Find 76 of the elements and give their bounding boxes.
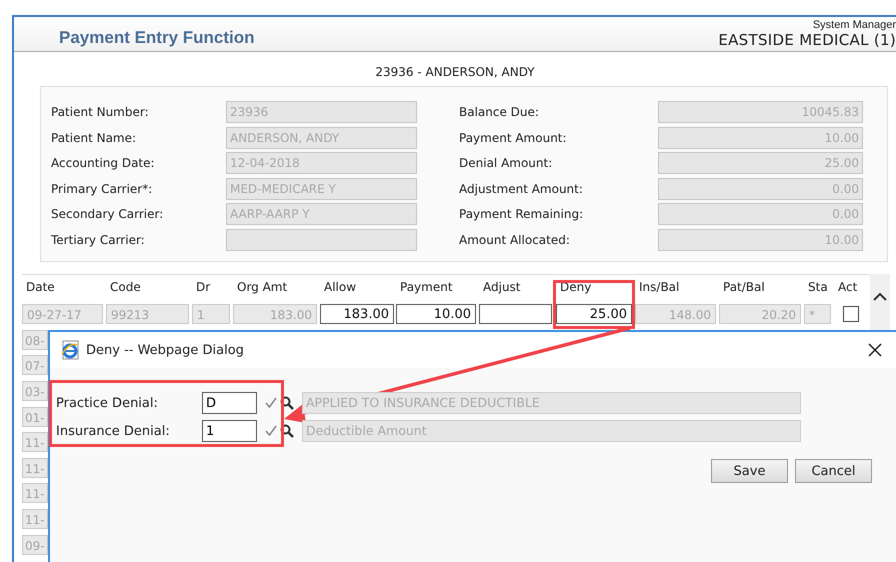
readonly-field: 23936 <box>226 101 417 123</box>
readonly-field: ANDERSON, ANDY <box>226 126 417 148</box>
column-header: Code <box>109 280 142 294</box>
readonly-field: Deductible Amount <box>302 420 801 442</box>
input-field[interactable]: 1 <box>202 420 257 442</box>
table-cell: 11- <box>22 508 48 529</box>
close-icon[interactable] <box>868 343 882 357</box>
input-field[interactable] <box>479 304 552 324</box>
table-cell: 20.20 <box>719 304 801 324</box>
readonly-field: 10045.83 <box>658 101 863 123</box>
table-cell: 01- <box>22 406 48 427</box>
table-cell: 11- <box>22 432 48 452</box>
field-label: Tertiary Carrier: <box>51 232 146 246</box>
readonly-field: 10.00 <box>658 126 863 148</box>
field-label: Secondary Carrier: <box>51 207 164 221</box>
column-header: Org Amt <box>236 280 288 294</box>
column-header: Dr <box>195 280 212 294</box>
readonly-field: AARP-AARP Y <box>226 203 417 225</box>
search-icon[interactable] <box>280 396 294 410</box>
readonly-field: 10.00 <box>658 228 863 250</box>
column-header: Adjust <box>482 280 522 294</box>
page-title: Payment Entry Function <box>59 27 255 49</box>
search-icon[interactable] <box>280 424 294 438</box>
column-header: Deny <box>559 280 592 294</box>
table-cell: 11- <box>22 483 48 504</box>
field-label: Adjustment Amount: <box>459 182 584 196</box>
readonly-field: 12-04-2018 <box>226 152 417 174</box>
input-field[interactable]: 10.00 <box>396 304 476 324</box>
table-cell: 183.00 <box>233 304 317 324</box>
field-label: Balance Due: <box>459 105 540 119</box>
table-cell: 09-27-17 <box>22 304 103 324</box>
field-label: Patient Number: <box>51 105 150 119</box>
table-cell: 07- <box>22 355 48 376</box>
user-name: System Manager <box>812 19 896 31</box>
check-icon <box>265 425 277 437</box>
column-header: Act <box>837 280 858 294</box>
readonly-field: MED-MEDICARE Y <box>226 178 417 200</box>
table-cell: 08- <box>22 330 48 350</box>
table-cell: 1 <box>192 304 230 324</box>
table-cell: 11- <box>22 458 48 478</box>
column-header: Payment <box>399 280 454 294</box>
input-field[interactable]: D <box>202 392 257 414</box>
field-label: Insurance Denial: <box>56 424 171 438</box>
column-header: Date <box>25 280 56 294</box>
readonly-field: APPLIED TO INSURANCE DEDUCTIBLE <box>302 392 801 414</box>
readonly-field: 0.00 <box>658 203 863 225</box>
input-field[interactable]: 25.00 <box>556 304 632 324</box>
scroll-up-icon[interactable] <box>873 292 887 301</box>
table-cell: 148.00 <box>635 304 716 324</box>
field-label: Patient Name: <box>51 130 138 144</box>
table-cell: 09- <box>22 534 48 555</box>
field-label: Payment Remaining: <box>459 207 584 221</box>
dialog-button[interactable]: Save <box>711 459 788 483</box>
checkbox[interactable] <box>843 306 859 322</box>
field-label: Payment Amount: <box>459 130 568 144</box>
field-label: Amount Allocated: <box>459 232 571 246</box>
field-label: Denial Amount: <box>459 156 554 170</box>
table-cell: * <box>804 304 831 324</box>
field-label: Accounting Date: <box>51 156 156 170</box>
table-cell: 99213 <box>106 304 189 324</box>
column-header: Pat/Bal <box>722 280 766 294</box>
check-icon <box>265 397 277 409</box>
field-label: Practice Denial: <box>56 396 159 410</box>
dialog-title: Deny -- Webpage Dialog <box>86 342 245 358</box>
dialog-button[interactable]: Cancel <box>795 459 872 483</box>
field-label: Primary Carrier*: <box>51 182 154 196</box>
input-field[interactable]: 183.00 <box>320 304 394 324</box>
patient-heading: 23936 - ANDERSON, ANDY <box>375 65 535 79</box>
column-header: Allow <box>323 280 358 294</box>
practice-name: EASTSIDE MEDICAL (1) <box>718 31 896 49</box>
table-cell: 03- <box>22 380 48 401</box>
readonly-field: 0.00 <box>658 178 863 200</box>
column-header: Sta <box>807 280 829 294</box>
column-header: Ins/Bal <box>638 280 680 294</box>
browser-icon <box>60 340 80 360</box>
readonly-field: 25.00 <box>658 152 863 174</box>
